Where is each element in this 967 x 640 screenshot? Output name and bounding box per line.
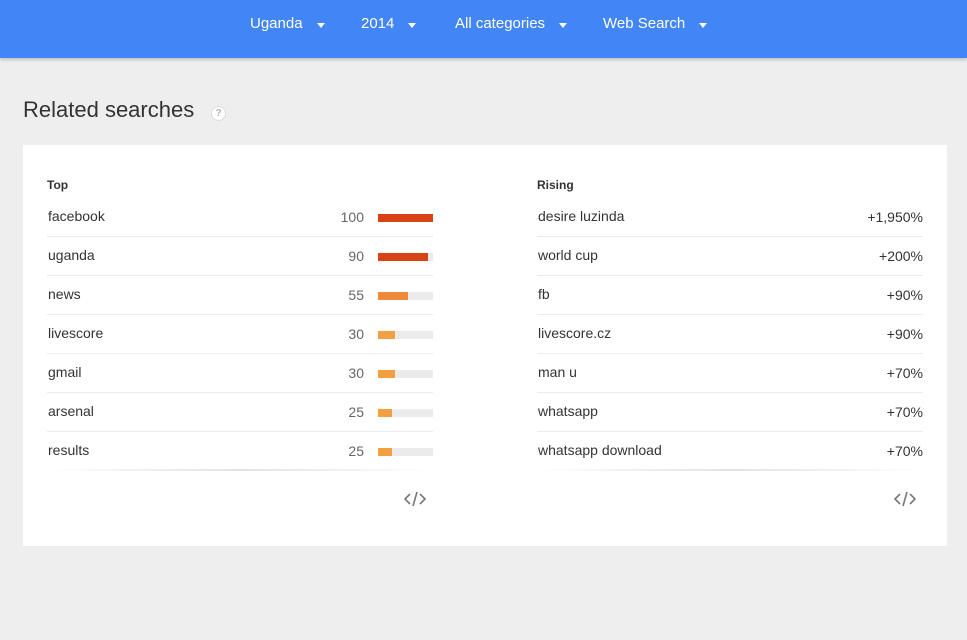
list-divider xyxy=(47,469,433,471)
list-item[interactable]: livescore 30 xyxy=(47,315,433,354)
caret-down-icon xyxy=(559,22,568,28)
code-embed-icon[interactable] xyxy=(403,489,427,509)
country-label: Uganda xyxy=(250,15,303,32)
search-term[interactable]: whatsapp xyxy=(538,403,598,419)
year-dropdown[interactable]: 2014 xyxy=(361,14,417,34)
list-item[interactable]: man u +70% xyxy=(537,354,923,393)
value-bar-fill xyxy=(378,214,433,222)
search-term[interactable]: news xyxy=(48,286,81,302)
list-item[interactable]: results 25 xyxy=(47,432,433,471)
value-bar xyxy=(378,214,433,222)
list-item[interactable]: whatsapp +70% xyxy=(537,393,923,432)
section-title: Related searches xyxy=(23,97,195,122)
value-bar-fill xyxy=(378,448,392,456)
list-item[interactable]: uganda 90 xyxy=(47,237,433,276)
search-type-label: Web Search xyxy=(603,15,686,32)
search-value: 55 xyxy=(348,287,364,303)
list-item[interactable]: world cup +200% xyxy=(537,237,923,276)
search-term[interactable]: arsenal xyxy=(48,403,94,419)
list-item[interactable]: whatsapp download +70% xyxy=(537,432,923,471)
list-item[interactable]: news 55 xyxy=(47,276,433,315)
list-item[interactable]: facebook 100 xyxy=(47,198,433,237)
search-term[interactable]: facebook xyxy=(48,208,105,224)
help-icon[interactable]: ? xyxy=(211,106,226,121)
country-dropdown[interactable]: Uganda xyxy=(250,14,325,34)
search-type-dropdown[interactable]: Web Search xyxy=(603,14,708,34)
list-item[interactable]: fb +90% xyxy=(537,276,923,315)
rising-heading: Rising xyxy=(537,178,574,192)
rise-percentage: +200% xyxy=(879,248,923,264)
search-term[interactable]: livescore xyxy=(48,325,103,341)
search-term[interactable]: livescore.cz xyxy=(538,325,611,341)
code-embed-icon[interactable] xyxy=(893,489,917,509)
year-label: 2014 xyxy=(361,15,395,32)
search-value: 25 xyxy=(348,443,364,459)
search-value: 30 xyxy=(348,326,364,342)
list-item[interactable]: gmail 30 xyxy=(47,354,433,393)
search-term[interactable]: gmail xyxy=(48,364,81,380)
rise-percentage: +1,950% xyxy=(867,209,923,225)
value-bar xyxy=(378,331,433,339)
search-value: 100 xyxy=(340,209,364,225)
top-list: facebook 100 uganda 90 news 55 livescore… xyxy=(47,198,433,471)
value-bar-fill xyxy=(378,253,428,261)
rise-percentage: +70% xyxy=(886,404,923,420)
category-label: All categories xyxy=(455,15,546,32)
value-bar xyxy=(378,448,433,456)
search-value: 25 xyxy=(348,404,364,420)
related-searches-card: Top facebook 100 uganda 90 news 55 lives… xyxy=(23,145,947,546)
caret-down-icon xyxy=(699,22,708,28)
list-divider xyxy=(537,469,923,471)
search-term[interactable]: world cup xyxy=(538,247,598,263)
value-bar xyxy=(378,370,433,378)
list-item[interactable]: desire luzinda +1,950% xyxy=(537,198,923,237)
value-bar xyxy=(378,253,433,261)
rise-percentage: +90% xyxy=(886,287,923,303)
search-term[interactable]: man u xyxy=(538,364,577,380)
search-term[interactable]: results xyxy=(48,442,89,458)
category-dropdown[interactable]: All categories xyxy=(455,14,568,34)
value-bar-fill xyxy=(378,370,395,378)
value-bar xyxy=(378,409,433,417)
value-bar xyxy=(378,292,433,300)
search-value: 30 xyxy=(348,365,364,381)
list-item[interactable]: arsenal 25 xyxy=(47,393,433,432)
search-term[interactable]: fb xyxy=(538,286,550,302)
search-term[interactable]: desire luzinda xyxy=(538,208,624,224)
search-term[interactable]: uganda xyxy=(48,247,95,263)
value-bar-fill xyxy=(378,409,392,417)
caret-down-icon xyxy=(408,22,417,28)
top-heading: Top xyxy=(47,178,69,192)
rise-percentage: +90% xyxy=(886,326,923,342)
caret-down-icon xyxy=(316,22,325,28)
rising-list: desire luzinda +1,950% world cup +200% f… xyxy=(537,198,923,471)
rise-percentage: +70% xyxy=(886,443,923,459)
search-term[interactable]: whatsapp download xyxy=(538,442,662,458)
top-filter-bar: Uganda 2014 All categories Web Search xyxy=(0,0,967,58)
list-item[interactable]: livescore.cz +90% xyxy=(537,315,923,354)
search-value: 90 xyxy=(348,248,364,264)
value-bar-fill xyxy=(378,292,409,300)
value-bar-fill xyxy=(378,331,395,339)
rise-percentage: +70% xyxy=(886,365,923,381)
